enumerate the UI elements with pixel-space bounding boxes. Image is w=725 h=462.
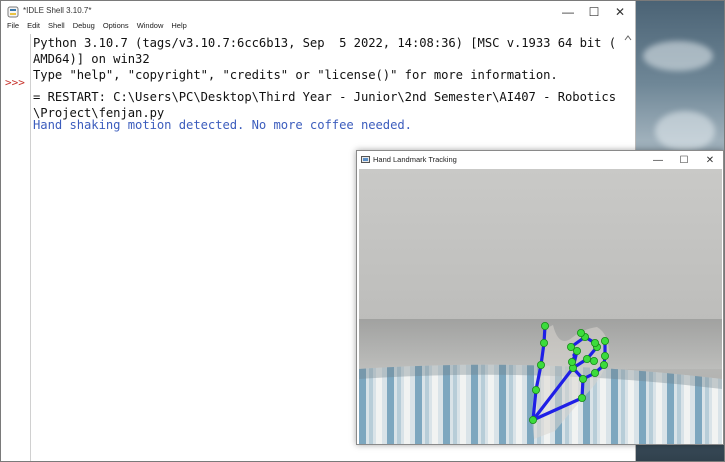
idle-maximize-button[interactable]: ☐ [581,1,607,23]
hand-close-button[interactable]: ✕ [699,151,721,169]
shell-prompt-gutter: >>> [1,34,31,461]
scrollbar-up-arrow-icon[interactable] [624,34,632,42]
menu-edit[interactable]: Edit [27,21,40,34]
shell-line: = RESTART: C:\Users\PC\Desktop\Third Yea… [33,90,617,104]
shell-line: Type "help", "copyright", "credits" or "… [33,68,558,82]
screenshot-frame: *IDLE Shell 3.10.7* — ☐ ✕ File Edit Shel… [0,0,725,462]
menu-debug[interactable]: Debug [73,21,95,34]
menu-help[interactable]: Help [171,21,186,34]
idle-close-button[interactable]: ✕ [607,1,633,23]
hand-landmark-window: Hand Landmark Tracking — ☐ ✕ [356,150,724,445]
idle-window-title: *IDLE Shell 3.10.7* [23,6,92,15]
menu-file[interactable]: File [7,21,19,34]
idle-menubar: File Edit Shell Debug Options Window Hel… [1,21,635,34]
hand-maximize-button[interactable]: ☐ [673,151,695,169]
opencv-window-icon [361,156,370,163]
python-idle-icon [7,6,19,18]
shell-output-line: Hand shaking motion detected. No more co… [33,118,412,132]
camera-frame-image [359,169,722,444]
idle-titlebar[interactable]: *IDLE Shell 3.10.7* — ☐ ✕ [1,1,635,23]
menu-window[interactable]: Window [137,21,164,34]
menu-shell[interactable]: Shell [48,21,65,34]
idle-minimize-button[interactable]: — [555,1,581,23]
hand-window-titlebar[interactable]: Hand Landmark Tracking — ☐ ✕ [357,151,723,169]
camera-feed [359,169,722,444]
hand-window-title: Hand Landmark Tracking [373,155,457,164]
shell-line: Python 3.10.7 (tags/v3.10.7:6cc6b13, Sep… [33,36,617,50]
menu-options[interactable]: Options [103,21,129,34]
hand-minimize-button[interactable]: — [647,151,669,169]
shell-prompt: >>> [5,76,25,89]
shell-line: AMD64)] on win32 [33,52,150,66]
